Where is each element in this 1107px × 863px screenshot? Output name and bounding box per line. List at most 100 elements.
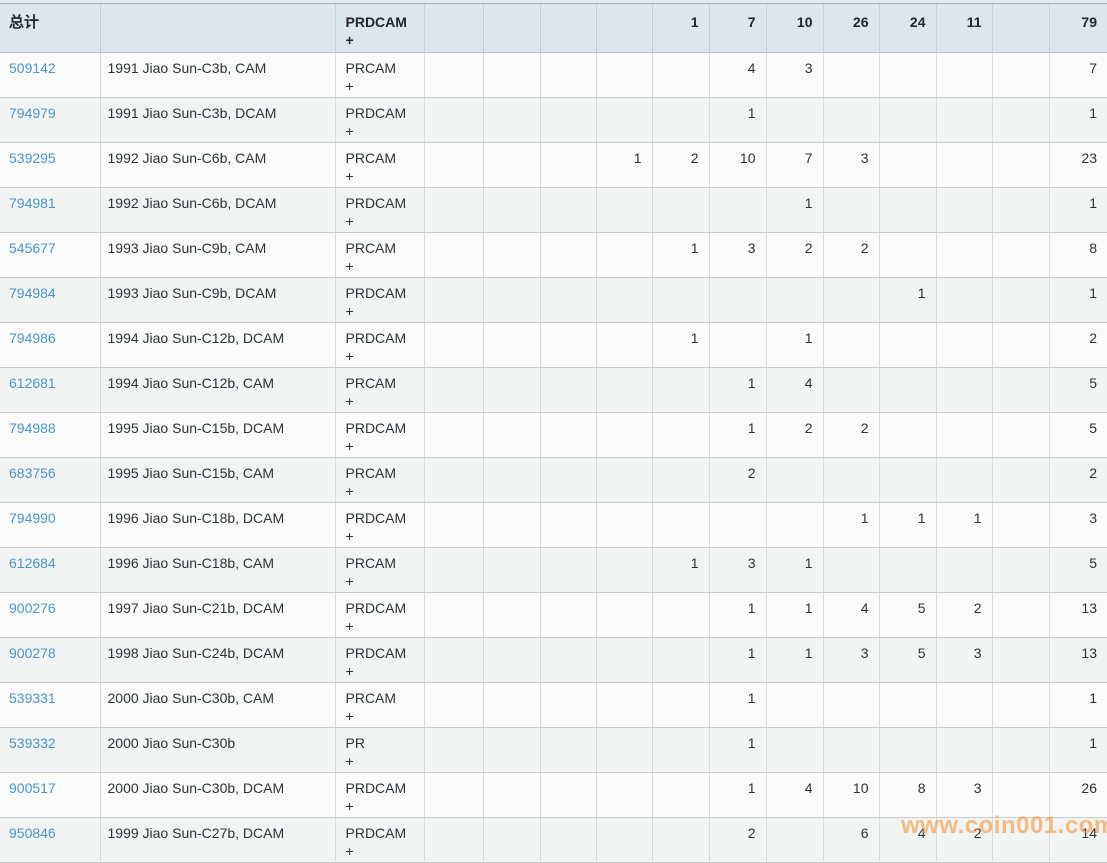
value-cell (483, 772, 541, 818)
value-cell (936, 232, 993, 278)
record-id-cell: 683756 (0, 457, 101, 503)
value-cell (424, 367, 484, 413)
code-cell: PRCAM + (335, 547, 425, 593)
value-cell (709, 187, 767, 233)
value-cell (936, 142, 993, 188)
record-id-link[interactable]: 900276 (9, 600, 56, 616)
value-cell (596, 502, 653, 548)
value-cell (596, 52, 653, 98)
table-row: 794986 1994 Jiao Sun-C12b, DCAM PRDCAM +1 1 2 (0, 322, 1107, 368)
value-cell (596, 367, 653, 413)
value-cell: 1 (766, 637, 824, 683)
code-plus: + (345, 482, 354, 499)
value-cell (879, 52, 937, 98)
value-cell (992, 187, 1050, 233)
value-cell (483, 277, 541, 323)
table-body: 509142 1991 Jiao Sun-C3b, CAM PRCAM +4 3 7 794… (0, 52, 1107, 863)
row-total-cell: 1 (1049, 277, 1107, 323)
value-cell: 5 (879, 637, 937, 683)
value-cell: 3 (823, 142, 880, 188)
record-id-link[interactable]: 900278 (9, 645, 56, 661)
value-cell (823, 682, 880, 728)
value-cell: 2 (936, 592, 993, 638)
value-cell (540, 322, 597, 368)
code-cell: PRCAM + (335, 367, 425, 413)
value-cell (540, 412, 597, 458)
record-id-cell: 794986 (0, 322, 101, 368)
value-cell (652, 52, 710, 98)
row-total-cell: 1 (1049, 682, 1107, 728)
value-cell: 3 (823, 637, 880, 683)
value-cell (823, 52, 880, 98)
record-id-link[interactable]: 794979 (9, 105, 56, 121)
header-description-cell (100, 4, 336, 53)
record-id-link[interactable]: 950846 (9, 825, 56, 841)
value-cell: 3 (936, 637, 993, 683)
value-cell (992, 142, 1050, 188)
value-cell: 5 (879, 592, 937, 638)
description-cell: 1991 Jiao Sun-C3b, DCAM (100, 97, 336, 143)
value-cell (540, 232, 597, 278)
value-cell: 4 (766, 772, 824, 818)
record-id-link[interactable]: 794981 (9, 195, 56, 211)
code-plus: + (345, 392, 354, 409)
record-id-link[interactable]: 539295 (9, 150, 56, 166)
value-cell (424, 727, 484, 773)
value-cell: 3 (936, 772, 993, 818)
value-cell (936, 52, 993, 98)
record-id-cell: 794990 (0, 502, 101, 548)
description-cell: 1994 Jiao Sun-C12b, DCAM (100, 322, 336, 368)
value-cell: 1 (709, 412, 767, 458)
code-cell: PRDCAM + (335, 412, 425, 458)
header-total-cell: 1 (652, 4, 710, 53)
table-row: 612681 1994 Jiao Sun-C12b, CAM PRCAM +1 4 5 (0, 367, 1107, 413)
value-cell (879, 367, 937, 413)
description-cell: 1994 Jiao Sun-C12b, CAM (100, 367, 336, 413)
value-cell (483, 727, 541, 773)
value-cell (596, 457, 653, 503)
record-id-cell: 794979 (0, 97, 101, 143)
value-cell (540, 817, 597, 863)
record-id-link[interactable]: 545677 (9, 240, 56, 256)
value-cell (766, 277, 824, 323)
table-row: 539331 2000 Jiao Sun-C30b, CAM PRCAM +1 1 (0, 682, 1107, 728)
record-id-link[interactable]: 612681 (9, 375, 56, 391)
value-cell (709, 502, 767, 548)
value-cell (823, 322, 880, 368)
record-id-link[interactable]: 794986 (9, 330, 56, 346)
record-id-link[interactable]: 509142 (9, 60, 56, 76)
row-total-cell: 14 (1049, 817, 1107, 863)
value-cell (540, 142, 597, 188)
value-cell (936, 367, 993, 413)
record-id-link[interactable]: 794984 (9, 285, 56, 301)
record-id-link[interactable]: 794990 (9, 510, 56, 526)
code-plus: + (345, 212, 354, 229)
record-id-link[interactable]: 683756 (9, 465, 56, 481)
value-cell (709, 277, 767, 323)
value-cell: 1 (709, 97, 767, 143)
value-cell (483, 232, 541, 278)
record-id-link[interactable]: 900517 (9, 780, 56, 796)
value-cell (936, 277, 993, 323)
row-total-cell: 23 (1049, 142, 1107, 188)
record-id-link[interactable]: 539331 (9, 690, 56, 706)
record-id-link[interactable]: 539332 (9, 735, 56, 751)
value-cell (596, 232, 653, 278)
value-cell (424, 547, 484, 593)
value-cell: 1 (766, 187, 824, 233)
value-cell (992, 322, 1050, 368)
code-plus: + (345, 257, 354, 274)
table-row: 545677 1993 Jiao Sun-C9b, CAM PRCAM +1 3 2 2 8 (0, 232, 1107, 278)
record-id-link[interactable]: 794988 (9, 420, 56, 436)
value-cell (936, 727, 993, 773)
value-cell (483, 592, 541, 638)
code-cell: PR + (335, 727, 425, 773)
value-cell (823, 97, 880, 143)
code-plus: + (345, 842, 354, 859)
table-row: 794984 1993 Jiao Sun-C9b, DCAM PRDCAM +1 1 (0, 277, 1107, 323)
record-id-link[interactable]: 612684 (9, 555, 56, 571)
value-cell (652, 772, 710, 818)
description-cell: 2000 Jiao Sun-C30b (100, 727, 336, 773)
code-line: PRDCAM (345, 824, 407, 841)
table-row: 900276 1997 Jiao Sun-C21b, DCAM PRDCAM +1 1 4… (0, 592, 1107, 638)
